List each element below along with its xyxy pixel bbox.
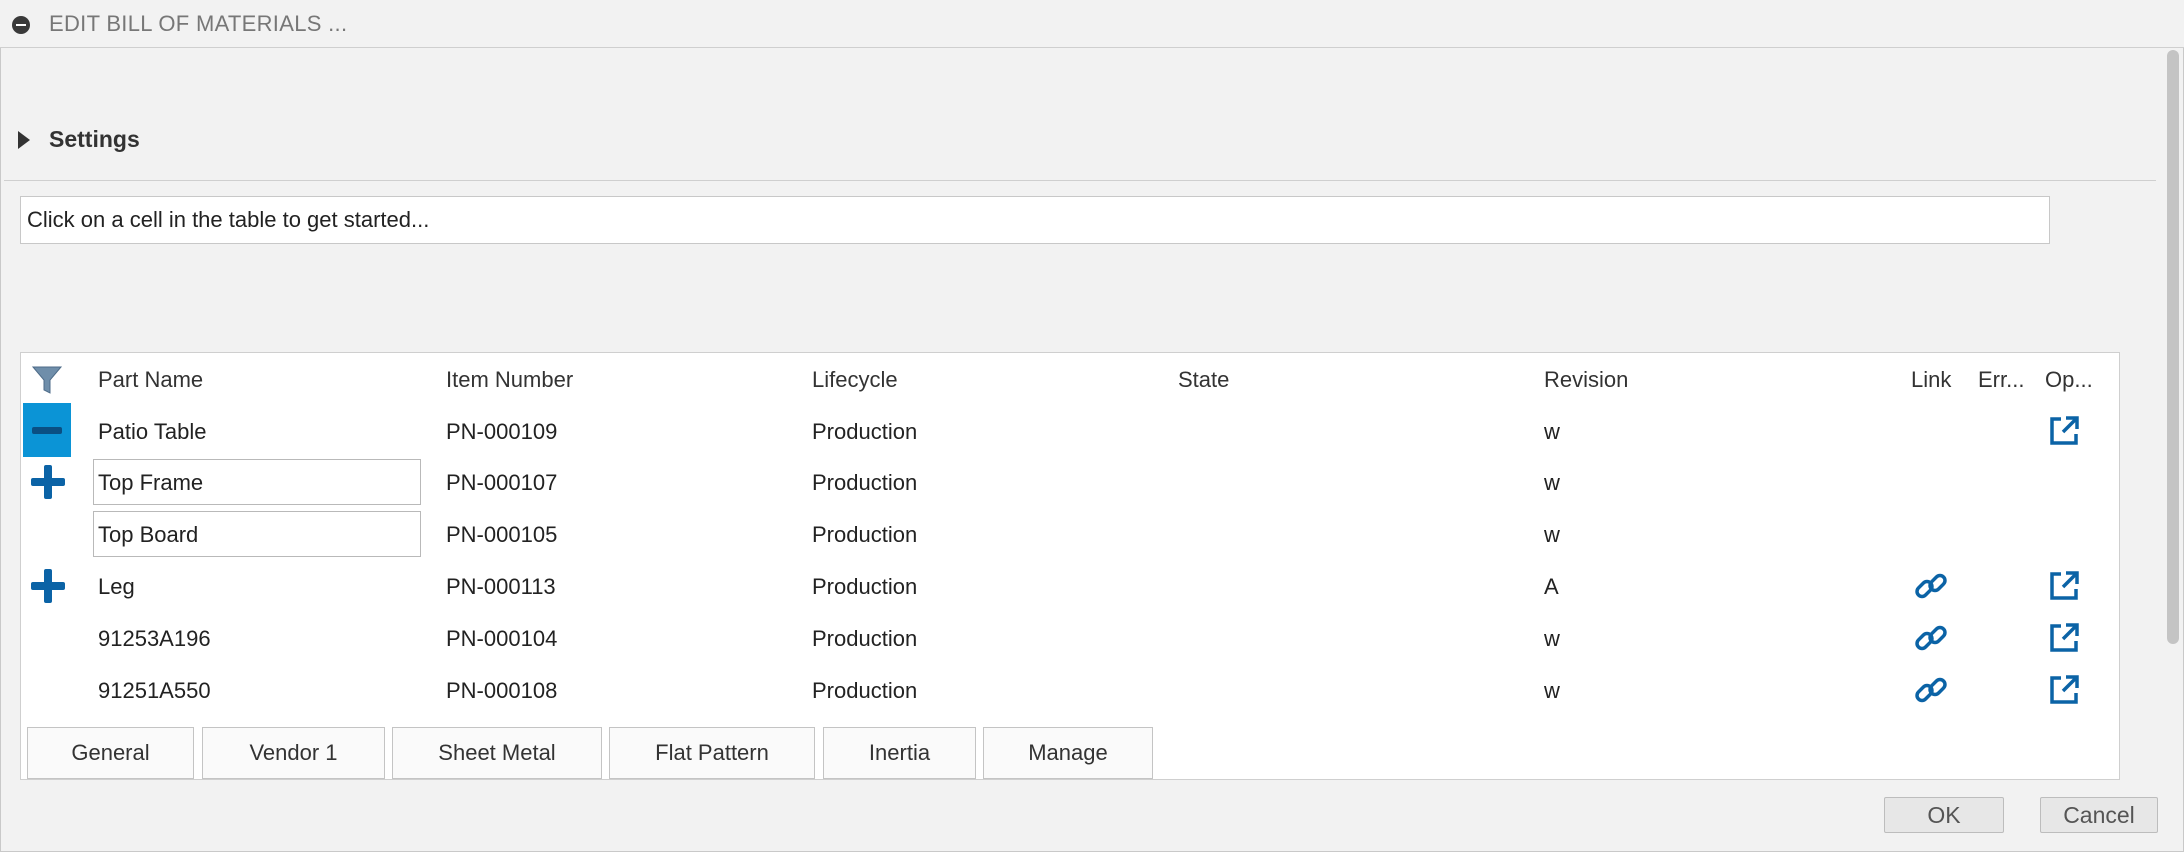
dialog-title: EDIT BILL OF MATERIALS ... xyxy=(49,11,348,36)
cell-revision[interactable]: w xyxy=(1544,626,1560,652)
link-icon[interactable] xyxy=(1913,620,1949,656)
cell-part-name[interactable]: Leg xyxy=(98,574,135,600)
col-header-revision[interactable]: Revision xyxy=(1544,367,1628,393)
col-header-state[interactable]: State xyxy=(1178,367,1229,393)
cell-revision[interactable]: w xyxy=(1544,419,1560,445)
cell-item-number[interactable]: PN-000109 xyxy=(446,419,557,445)
cancel-button[interactable]: Cancel xyxy=(2040,797,2158,833)
cell-item-number[interactable]: PN-000108 xyxy=(446,678,557,704)
tab-general[interactable]: General xyxy=(27,727,194,779)
cell-lifecycle[interactable]: Production xyxy=(812,419,917,445)
collapse-dialog-icon[interactable] xyxy=(12,16,30,34)
filter-icon[interactable] xyxy=(31,363,63,395)
cell-revision[interactable]: w xyxy=(1544,678,1560,704)
tab-inertia[interactable]: Inertia xyxy=(823,727,976,779)
tab-flat-pattern[interactable]: Flat Pattern xyxy=(609,727,815,779)
divider xyxy=(4,180,2156,181)
ok-button[interactable]: OK xyxy=(1884,797,2004,833)
link-icon[interactable] xyxy=(1913,672,1949,708)
cell-item-number[interactable]: PN-000107 xyxy=(446,470,557,496)
expand-row-icon[interactable] xyxy=(31,465,65,499)
cell-part-name[interactable]: 91251A550 xyxy=(98,678,211,704)
open-external-icon[interactable] xyxy=(2046,620,2082,656)
cell-item-number[interactable]: PN-000105 xyxy=(446,522,557,548)
tab-manage[interactable]: Manage xyxy=(983,727,1153,779)
col-header-link[interactable]: Link xyxy=(1911,367,1951,393)
col-header-part-name[interactable]: Part Name xyxy=(98,367,203,393)
cell-lifecycle[interactable]: Production xyxy=(812,678,917,704)
cell-part-name[interactable]: Patio Table xyxy=(98,419,206,445)
open-external-icon[interactable] xyxy=(2046,413,2082,449)
col-header-open[interactable]: Op... xyxy=(2045,367,2093,393)
col-header-errors[interactable]: Err... xyxy=(1978,367,2024,393)
col-header-item-number[interactable]: Item Number xyxy=(446,367,573,393)
open-external-icon[interactable] xyxy=(2046,672,2082,708)
cell-lifecycle[interactable]: Production xyxy=(812,522,917,548)
bom-table: Part Name Item Number Lifecycle State Re… xyxy=(20,352,2120,780)
cell-revision[interactable]: w xyxy=(1544,522,1560,548)
cell-part-name[interactable]: 91253A196 xyxy=(98,626,211,652)
col-header-lifecycle[interactable]: Lifecycle xyxy=(812,367,898,393)
tab-sheet-metal[interactable]: Sheet Metal xyxy=(392,727,602,779)
cell-revision[interactable]: A xyxy=(1544,574,1559,600)
settings-label: Settings xyxy=(49,126,140,152)
cell-revision[interactable]: w xyxy=(1544,470,1560,496)
cell-item-number[interactable]: PN-000113 xyxy=(446,574,556,600)
cell-lifecycle[interactable]: Production xyxy=(812,626,917,652)
collapse-row-icon[interactable] xyxy=(23,403,71,457)
cell-item-number[interactable]: PN-000104 xyxy=(446,626,557,652)
expand-row-icon[interactable] xyxy=(31,569,65,603)
scrollbar-thumb[interactable] xyxy=(2167,50,2179,644)
tab-vendor-1[interactable]: Vendor 1 xyxy=(202,727,385,779)
cell-part-name[interactable]: Top Board xyxy=(98,522,198,548)
cell-editor-field[interactable]: Click on a cell in the table to get star… xyxy=(20,196,2050,244)
cell-part-name[interactable]: Top Frame xyxy=(98,470,203,496)
title-bar: EDIT BILL OF MATERIALS ... xyxy=(0,0,2184,48)
expand-triangle-icon xyxy=(18,131,30,149)
cell-lifecycle[interactable]: Production xyxy=(812,574,917,600)
cell-lifecycle[interactable]: Production xyxy=(812,470,917,496)
open-external-icon[interactable] xyxy=(2046,568,2082,604)
link-icon[interactable] xyxy=(1913,568,1949,604)
